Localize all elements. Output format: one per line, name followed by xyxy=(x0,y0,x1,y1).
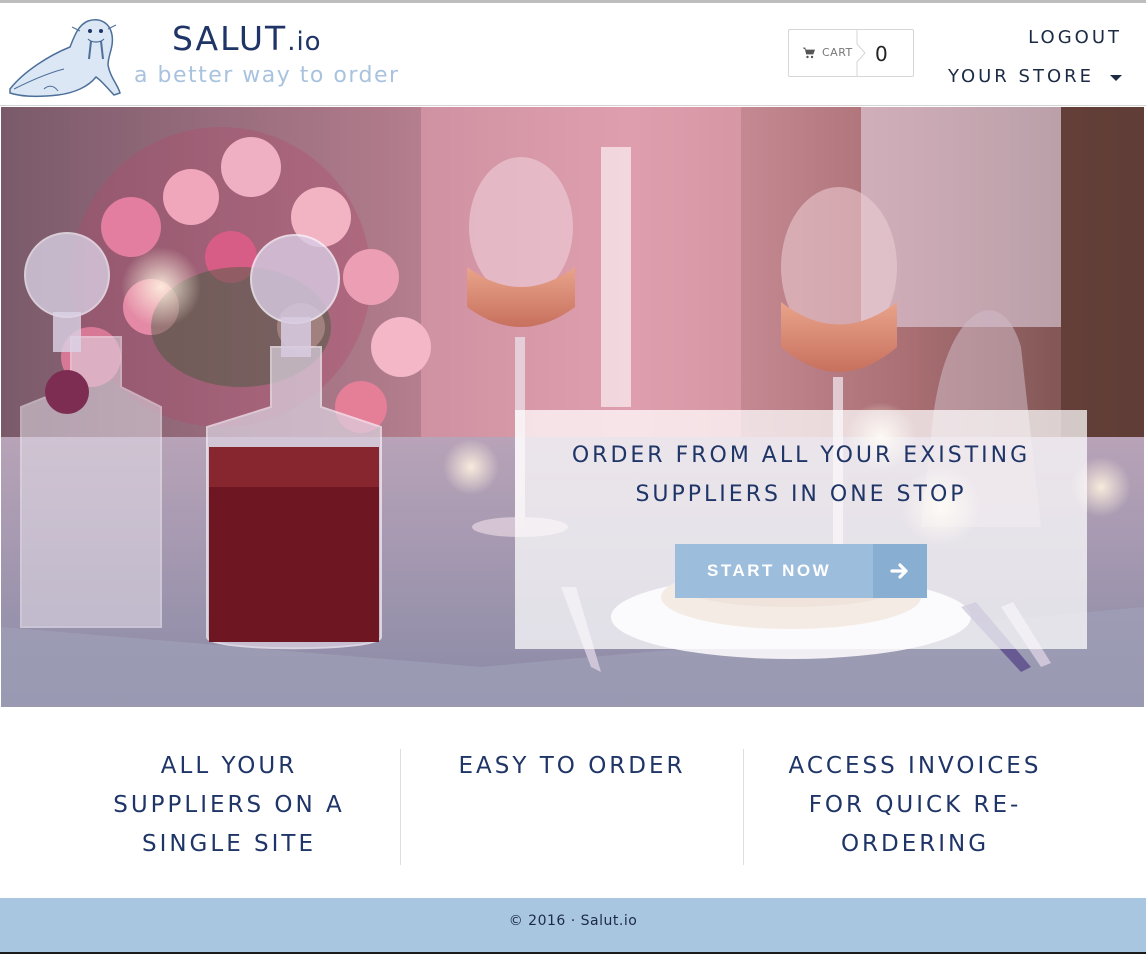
start-now-arrow-area xyxy=(873,544,927,598)
hero-headline-line-2: SUPPLIERS IN ONE STOP xyxy=(635,482,967,507)
cart-count: 0 xyxy=(875,42,888,66)
brand-main: SALUT xyxy=(172,19,288,58)
arrow-right-icon xyxy=(890,563,908,579)
start-now-button[interactable]: START NOW xyxy=(675,544,927,598)
brand-tagline: a better way to order xyxy=(134,63,400,88)
site-header: SALUT.io a better way to order CART 0 LO… xyxy=(0,3,1146,106)
site-footer: © 2016 · Salut.io xyxy=(0,898,1146,952)
feature-easy-order: EASY TO ORDER xyxy=(402,747,742,786)
logout-link[interactable]: LOGOUT xyxy=(1028,27,1122,48)
your-store-dropdown[interactable]: YOUR STORE xyxy=(948,66,1094,87)
feature-divider xyxy=(400,749,401,865)
hero-banner: ORDER FROM ALL YOUR EXISTING SUPPLIERS I… xyxy=(1,107,1144,707)
feature-suppliers-line-3: SINGLE SITE xyxy=(141,831,317,857)
cart-divider xyxy=(856,30,866,76)
walrus-logo-icon[interactable] xyxy=(4,11,122,99)
cart-label: CART xyxy=(822,46,853,59)
shopping-cart-icon xyxy=(803,47,815,59)
brand-name[interactable]: SALUT.io xyxy=(172,19,322,58)
caret-down-icon[interactable] xyxy=(1110,75,1122,81)
feature-easy-order-line-1: EASY TO ORDER xyxy=(458,753,686,779)
hero-overlay-panel: ORDER FROM ALL YOUR EXISTING SUPPLIERS I… xyxy=(515,410,1087,649)
cart-button[interactable]: CART 0 xyxy=(788,29,914,77)
feature-invoices: ACCESS INVOICES FOR QUICK RE- ORDERING xyxy=(744,747,1086,864)
feature-suppliers-line-1: ALL YOUR xyxy=(160,753,298,779)
feature-suppliers: ALL YOUR SUPPLIERS ON A SINGLE SITE xyxy=(58,747,400,864)
hero-headline: ORDER FROM ALL YOUR EXISTING SUPPLIERS I… xyxy=(515,436,1087,514)
cart-label-area: CART xyxy=(789,30,857,76)
features-section: ALL YOUR SUPPLIERS ON A SINGLE SITE EASY… xyxy=(0,707,1146,897)
start-now-label: START NOW xyxy=(707,561,832,580)
feature-suppliers-line-2: SUPPLIERS ON A xyxy=(113,792,345,818)
hero-headline-line-1: ORDER FROM ALL YOUR EXISTING xyxy=(571,443,1031,468)
feature-invoices-line-3: ORDERING xyxy=(840,831,990,857)
feature-invoices-line-1: ACCESS INVOICES xyxy=(788,753,1042,779)
brand-suffix: .io xyxy=(287,27,322,57)
feature-invoices-line-2: FOR QUICK RE- xyxy=(808,792,1022,818)
footer-copyright: © 2016 · Salut.io xyxy=(508,913,638,929)
